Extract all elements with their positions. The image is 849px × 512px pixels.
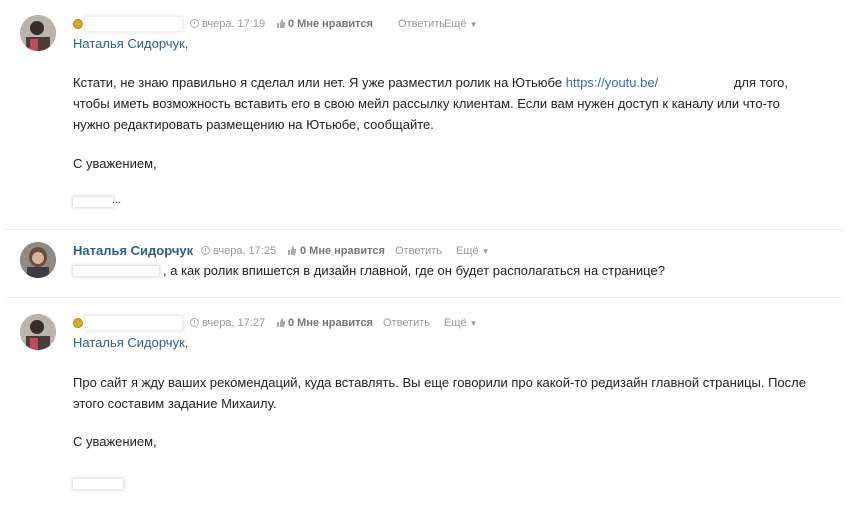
like-button[interactable]: 0 Мне нравится [288,315,373,331]
like-button[interactable]: 0 Мне нравится [300,243,385,259]
avatar-photo [20,314,56,350]
comment-divider [6,229,843,230]
comment-addressee[interactable]: Наталья Сидорчук, [73,35,188,53]
comment-body-line: Про сайт я жду ваших рекомендаций, куда … [73,375,806,390]
caret-down-icon: ▼ [469,20,478,29]
more-menu[interactable]: Ещё ▼ [456,243,490,260]
comment-body-line: нужно редактировать размещению на Ютьюбе… [73,117,434,132]
signature-redacted [73,197,113,207]
comment-time[interactable]: вчера, 17:25 [213,243,276,259]
more-label: Ещё [444,317,467,329]
comment-closing: С уважением, [73,156,157,171]
signature-ellipsis: ... [112,194,122,206]
caret-down-icon: ▼ [481,247,490,256]
thumbs-up-icon[interactable] [277,19,285,28]
addressee-redacted[interactable] [73,266,159,276]
comment-time[interactable]: вчера, 17:27 [202,315,265,331]
avatar[interactable] [20,314,56,350]
author-name[interactable]: Наталья Сидорчук [73,243,193,259]
more-menu[interactable]: Ещё ▼ [444,16,478,33]
comment-closing: С уважением, [73,434,157,449]
comment-body-line: этого составим задание Михаилу. [73,396,277,411]
moderator-badge-icon [73,318,83,328]
thumbs-up-icon[interactable] [277,318,285,327]
like-button[interactable]: 0 Мне нравится [288,16,373,32]
author-name-redacted[interactable] [86,17,182,31]
body-text: для того, [733,75,789,90]
thumbs-up-icon[interactable] [288,246,296,255]
more-menu[interactable]: Ещё ▼ [444,315,478,332]
avatar-photo [20,15,56,51]
avatar[interactable] [20,15,56,51]
body-text: Кстати, не знаю правильно я сделал или н… [73,75,563,90]
more-label: Ещё [444,18,467,30]
reply-button[interactable]: Ответить [395,243,442,259]
avatar-photo [20,242,56,278]
reply-button[interactable]: Ответить [383,315,430,331]
clock-icon [190,19,199,28]
comment-body-line: Кстати, не знаю правильно я сделал или н… [73,74,788,92]
author-name-redacted[interactable] [86,316,182,330]
comment-divider [6,297,843,298]
youtube-link[interactable]: https://youtu.be/ [566,75,659,90]
comment-body-line: чтобы иметь возможность вставить его в с… [73,96,780,111]
comment-body: , а как ролик впишется в дизайн главной,… [163,263,665,278]
more-label: Ещё [456,245,479,257]
avatar[interactable] [20,242,56,278]
signature-redacted [73,479,123,489]
comment-time[interactable]: вчера, 17:19 [202,16,265,32]
caret-down-icon: ▼ [469,319,478,328]
clock-icon [190,318,199,327]
comment-addressee[interactable]: Наталья Сидорчук, [73,334,188,352]
reply-button[interactable]: Ответить [398,16,445,32]
moderator-badge-icon [73,19,83,29]
clock-icon [201,246,210,255]
